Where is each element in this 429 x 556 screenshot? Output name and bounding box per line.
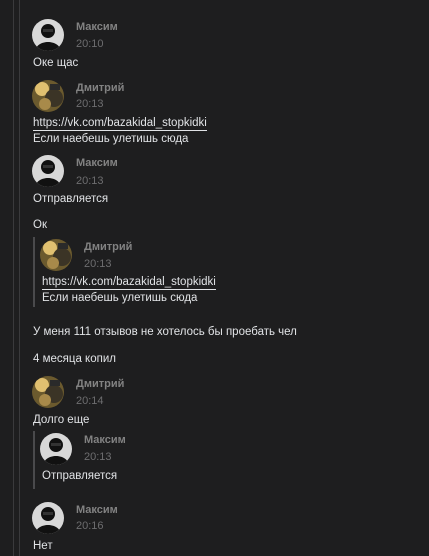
message-link[interactable]: https://vk.com/bazakidal_stopkidki xyxy=(33,116,207,131)
avatar[interactable] xyxy=(32,502,64,534)
avatar[interactable] xyxy=(32,19,64,51)
message-text: Долго еще xyxy=(33,414,90,426)
dmitry-avatar-icon xyxy=(32,376,64,408)
forwarded-text: Если наебешь улетишь сюда xyxy=(42,292,198,304)
message-text: 4 месяца копил xyxy=(33,353,116,365)
message-text: Оке щас xyxy=(33,57,79,69)
maxim-avatar-icon xyxy=(32,155,64,187)
forwarded-avatar[interactable] xyxy=(40,239,72,271)
message-time: 20:13 xyxy=(76,98,104,110)
thread-rail xyxy=(19,0,20,556)
forwarded-author[interactable]: Дмитрий xyxy=(84,240,132,254)
message-text: Нет xyxy=(33,540,53,552)
maxim-avatar-icon xyxy=(32,502,64,534)
vk-link[interactable]: https://vk.com/bazakidal_stopkidki xyxy=(42,276,216,290)
message-author[interactable]: Максим xyxy=(76,503,118,517)
forwarded-text: Отправляется xyxy=(42,470,118,482)
message-time: 20:16 xyxy=(76,520,104,532)
forwarded-time: 20:13 xyxy=(84,451,112,463)
message-author[interactable]: Дмитрий xyxy=(76,81,124,95)
avatar[interactable] xyxy=(32,155,64,187)
forwarded-bar xyxy=(33,237,35,307)
vk-link[interactable]: https://vk.com/bazakidal_stopkidki xyxy=(33,117,207,131)
forwarded-bar xyxy=(33,431,35,489)
dmitry-avatar-icon xyxy=(40,239,72,271)
maxim-avatar-icon xyxy=(40,433,72,465)
dmitry-avatar-icon xyxy=(32,80,64,112)
forwarded-link[interactable]: https://vk.com/bazakidal_stopkidki xyxy=(42,275,216,290)
thread-rail xyxy=(13,0,14,556)
message-text: У меня 111 отзывов не хотелось бы проеба… xyxy=(33,326,297,338)
maxim-avatar-icon xyxy=(32,19,64,51)
chat-history: Максим 20:10 Оке щас Дмитрий 20:13 https… xyxy=(0,0,429,556)
message-time: 20:14 xyxy=(76,395,104,407)
message-text: Если наебешь улетишь сюда xyxy=(33,133,189,145)
forwarded-time: 20:13 xyxy=(84,258,112,270)
message-time: 20:13 xyxy=(76,175,104,187)
message-text: Отправляется xyxy=(33,193,109,205)
avatar[interactable] xyxy=(32,80,64,112)
message-author[interactable]: Дмитрий xyxy=(76,377,124,391)
message-text: Ок xyxy=(33,219,47,231)
message-time: 20:10 xyxy=(76,38,104,50)
forwarded-avatar[interactable] xyxy=(40,433,72,465)
message-author[interactable]: Максим xyxy=(76,20,118,34)
forwarded-author[interactable]: Максим xyxy=(84,433,126,447)
avatar[interactable] xyxy=(32,376,64,408)
message-author[interactable]: Максим xyxy=(76,156,118,170)
